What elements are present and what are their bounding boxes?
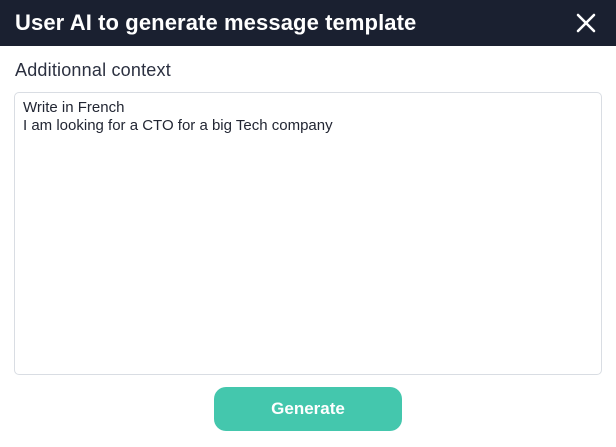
context-textarea[interactable] <box>14 92 602 375</box>
ai-template-dialog: User AI to generate message template Add… <box>0 0 616 447</box>
context-label: Additionnal context <box>15 60 171 80</box>
close-button[interactable] <box>574 11 598 35</box>
dialog-footer: Generate <box>14 387 602 431</box>
dialog-title: User AI to generate message template <box>15 10 417 35</box>
dialog-body: Additionnal context Generate <box>0 46 616 431</box>
generate-button[interactable]: Generate <box>214 387 402 431</box>
dialog-header: User AI to generate message template <box>0 0 616 46</box>
close-icon <box>576 13 596 33</box>
